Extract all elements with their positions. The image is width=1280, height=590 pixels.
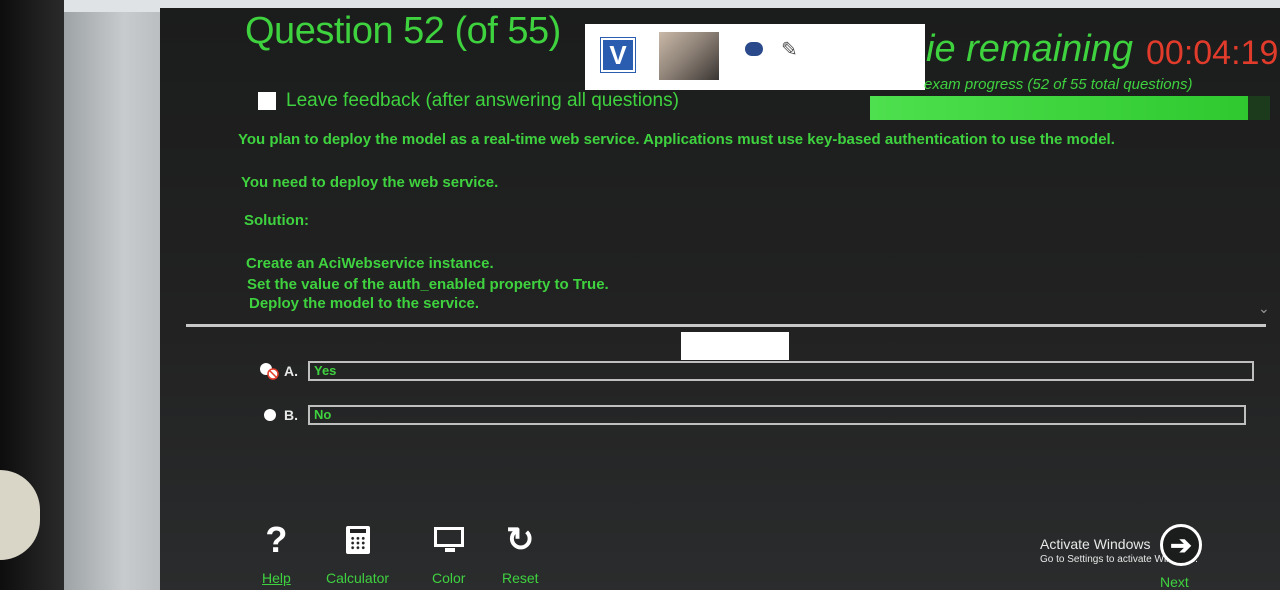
calculator-button[interactable]: Calculator [326, 520, 389, 586]
option-letter: A. [284, 363, 298, 379]
chat-icon[interactable] [745, 42, 763, 56]
solution-step: Create an AciWebservice instance. [246, 255, 494, 272]
reset-button[interactable]: ↻ Reset [502, 520, 539, 586]
exam-progress-label: exam progress (52 of 55 total questions) [924, 76, 1193, 93]
option-text[interactable]: No [308, 405, 1246, 425]
option-text[interactable]: Yes [308, 361, 1254, 381]
arrow-right-icon: ➔ [1170, 529, 1192, 560]
color-label: Color [432, 570, 466, 586]
proctor-overlay: V ✎ [585, 24, 925, 90]
help-button[interactable]: ? Help [262, 519, 291, 586]
next-label[interactable]: Next [1160, 574, 1189, 590]
proctor-logo-icon: V [600, 37, 636, 73]
left-margin-panel [64, 0, 164, 590]
solution-step: Deploy the model to the service. [249, 295, 480, 312]
calculator-label: Calculator [326, 570, 390, 586]
answer-option-a[interactable]: A. Yes [258, 361, 1254, 381]
radio-icon[interactable] [258, 405, 282, 425]
exam-progress-bar [870, 96, 1270, 120]
monitor-icon [433, 520, 464, 560]
answer-option-b[interactable]: B. No [258, 405, 1246, 425]
time-remaining-label: ie remaining [926, 28, 1133, 70]
help-icon: ? [265, 519, 288, 560]
webcam-feed [659, 32, 719, 80]
next-button[interactable]: ➔ [1160, 524, 1202, 566]
leave-feedback-label: Leave feedback (after answering all ques… [286, 90, 679, 111]
checkbox-icon[interactable] [258, 92, 276, 110]
solution-step: Set the value of the auth_enabled proper… [247, 276, 609, 293]
question-goal: You need to deploy the web service. [241, 174, 499, 191]
scroll-down-icon[interactable]: ⌄ [1258, 300, 1270, 317]
exam-progress-fill [870, 96, 1248, 120]
question-title: Question 52 (of 55) [245, 10, 561, 52]
option-letter: B. [284, 407, 298, 423]
color-button[interactable]: Color [432, 520, 465, 586]
time-remaining-value: 00:04:19 [1146, 34, 1279, 72]
reset-label: Reset [502, 570, 539, 586]
calculator-icon [345, 520, 370, 560]
section-divider [186, 324, 1266, 327]
edit-icon[interactable]: ✎ [781, 40, 803, 60]
option-selected-marker-icon[interactable] [258, 361, 282, 381]
leave-feedback-checkbox[interactable]: Leave feedback (after answering all ques… [258, 90, 679, 112]
question-scenario: You plan to deploy the model as a real-t… [238, 131, 1115, 148]
reset-icon: ↻ [506, 521, 535, 559]
divider-handle [681, 332, 789, 360]
help-label: Help [262, 570, 291, 586]
solution-label: Solution: [244, 212, 309, 229]
